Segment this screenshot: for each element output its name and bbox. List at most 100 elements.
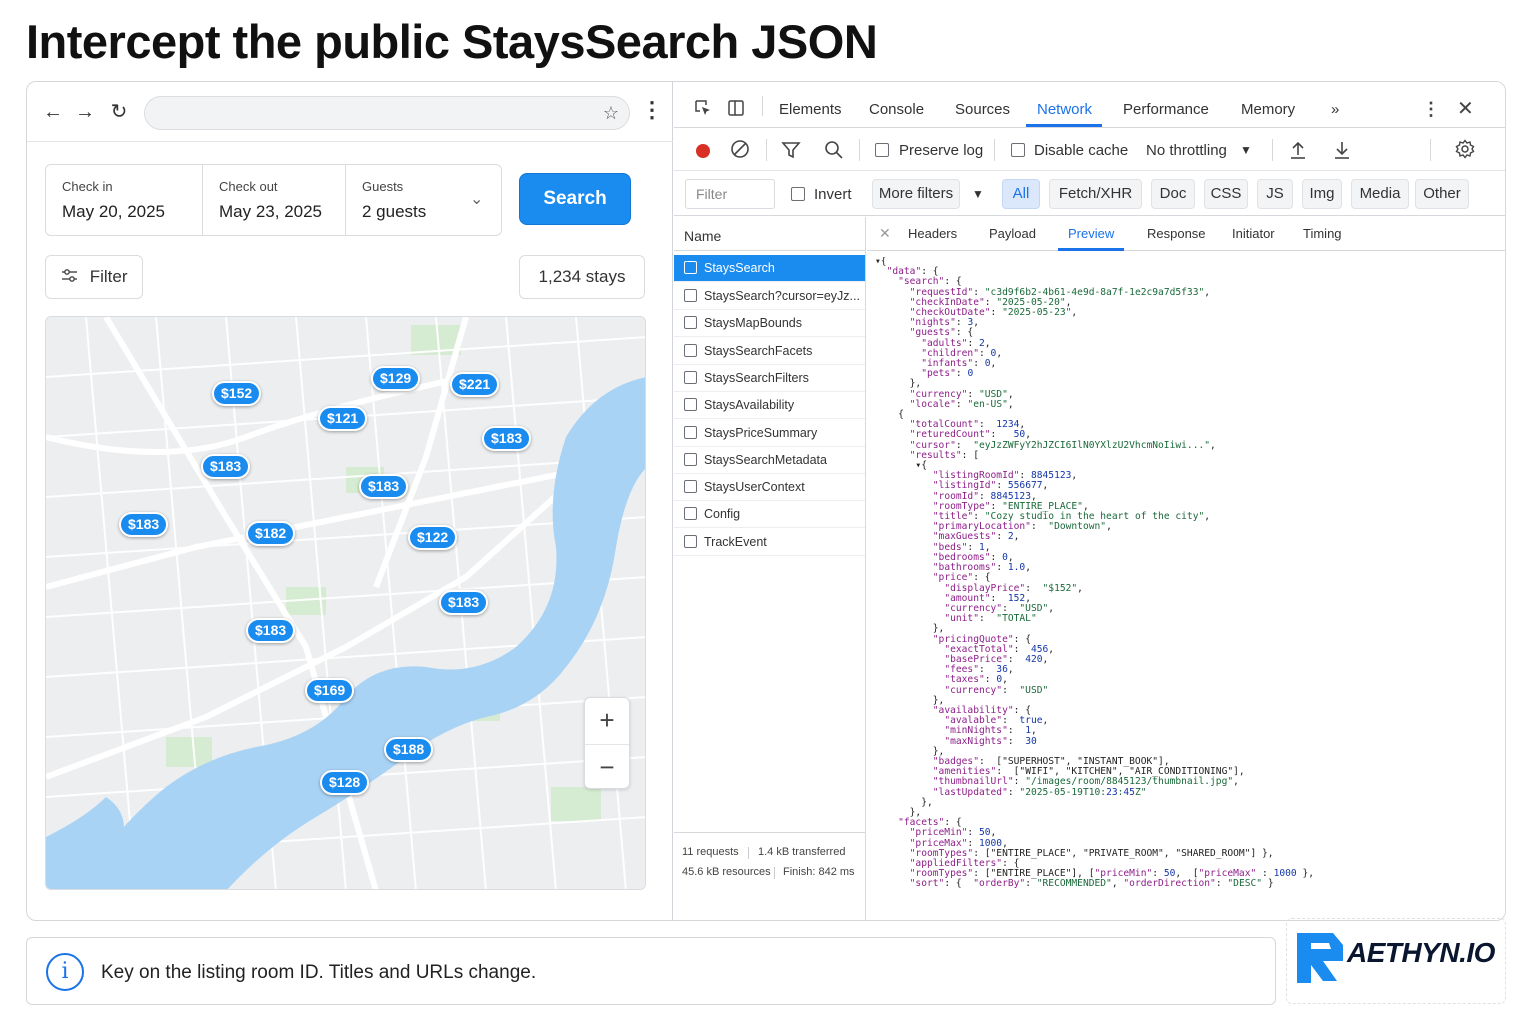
price-pin[interactable]: $122 [408,525,458,550]
request-checkbox[interactable] [684,316,697,329]
zoom-out-button[interactable]: − [585,745,629,791]
price-pin[interactable]: $152 [212,381,262,406]
request-row[interactable]: StaysSearchFacets [674,338,865,365]
filter-button[interactable]: Filter [45,255,143,299]
bookmark-star-icon[interactable]: ☆ [603,103,619,124]
price-pin[interactable]: $129 [371,366,421,391]
browser-menu-icon[interactable]: ⋮ [641,98,663,122]
json-preview[interactable]: ▾{ "data": { "search": { "requestId": "c… [875,257,1505,917]
type-filter-doc[interactable]: Doc [1151,179,1195,209]
clear-icon[interactable] [730,139,750,164]
type-filter-all[interactable]: All [1002,179,1040,209]
address-bar[interactable]: ☆ [144,96,630,130]
tab-memory[interactable]: Memory [1241,101,1295,118]
tab-elements[interactable]: Elements [779,101,842,118]
type-filter-other[interactable]: Other [1415,179,1469,209]
name-column-header[interactable]: Name [674,217,866,251]
price-pin[interactable]: $183 [482,426,532,451]
type-filter-fetch-xhr[interactable]: Fetch/XHR [1049,179,1142,209]
checkout-field[interactable]: Check out May 23, 2025 [203,165,345,235]
request-row-selected[interactable]: StaysSearch [674,255,865,282]
tab-response[interactable]: Response [1147,226,1206,241]
request-checkbox[interactable] [684,289,697,302]
price-pin[interactable]: $182 [246,521,296,546]
devtools-menu-icon[interactable]: ⋮ [1422,99,1440,120]
tab-sources[interactable]: Sources [955,101,1010,118]
forward-arrow-icon[interactable]: → [73,100,97,124]
request-row[interactable]: StaysSearchMetadata [674,447,865,474]
inspect-element-icon[interactable] [694,99,712,122]
close-icon[interactable]: ✕ [1457,96,1474,121]
request-row[interactable]: Config [674,501,865,528]
price-pin[interactable]: $169 [305,678,355,703]
tab-console[interactable]: Console [869,101,924,118]
zoom-in-button[interactable]: + [585,698,629,744]
request-checkbox[interactable] [684,261,697,274]
tab-timing[interactable]: Timing [1303,226,1342,241]
more-filters-button[interactable]: More filters [872,179,960,209]
request-checkbox[interactable] [684,398,697,411]
more-tabs-icon[interactable]: » [1331,101,1339,118]
caret-down-icon[interactable]: ▼ [972,187,984,201]
search-icon[interactable] [824,140,844,165]
checkout-value: May 23, 2025 [219,202,323,221]
price-pin[interactable]: $121 [318,406,368,431]
type-filter-media[interactable]: Media [1351,179,1409,209]
request-checkbox[interactable] [684,371,697,384]
request-checkbox[interactable] [684,480,697,493]
request-row[interactable]: StaysUserContext [674,474,865,501]
price-pin[interactable]: $183 [359,474,409,499]
price-pin[interactable]: $188 [384,737,434,762]
invert-label: Invert [814,186,852,203]
tab-performance[interactable]: Performance [1123,101,1209,118]
back-arrow-icon[interactable]: ← [41,100,65,124]
price-pin[interactable]: $183 [439,590,489,615]
network-toolbar: Preserve log Disable cache No throttling… [674,129,1505,171]
import-har-icon[interactable] [1289,140,1307,165]
device-toolbar-icon[interactable] [727,99,745,122]
tab-network[interactable]: Network [1037,101,1092,118]
map[interactable]: $152 $129 $221 $121 $183 $183 $183 $183 … [45,316,646,890]
tab-payload[interactable]: Payload [989,226,1036,241]
throttling-select[interactable]: No throttling [1146,142,1227,159]
invert-checkbox[interactable] [791,187,805,201]
type-filter-img[interactable]: Img [1302,179,1342,209]
request-row[interactable]: StaysMapBounds [674,310,865,337]
record-icon[interactable] [696,144,710,158]
tab-preview[interactable]: Preview [1068,226,1114,241]
preserve-log-checkbox[interactable] [875,143,889,157]
request-row[interactable]: StaysSearch?cursor=eyJz... [674,283,865,310]
request-name: TrackEvent [704,535,767,549]
request-checkbox[interactable] [684,535,697,548]
close-detail-icon[interactable]: ✕ [879,225,891,242]
checkin-field[interactable]: Check in May 20, 2025 [46,165,202,235]
caret-down-icon[interactable]: ▼ [1240,143,1252,157]
chevron-down-icon[interactable]: ⌄ [470,189,483,209]
tab-headers[interactable]: Headers [908,226,957,241]
price-pin[interactable]: $183 [119,512,169,537]
disable-cache-checkbox[interactable] [1011,143,1025,157]
request-checkbox[interactable] [684,453,697,466]
price-pin[interactable]: $128 [320,770,370,795]
request-row[interactable]: StaysPriceSummary [674,420,865,447]
price-pin[interactable]: $183 [246,618,296,643]
request-checkbox[interactable] [684,507,697,520]
type-filter-js[interactable]: JS [1257,179,1293,209]
request-checkbox[interactable] [684,344,697,357]
type-filter-css[interactable]: CSS [1204,179,1248,209]
export-har-icon[interactable] [1333,140,1351,165]
reload-icon[interactable]: ↻ [107,100,131,124]
detail-tabbar: ✕ Headers Payload Preview Response Initi… [867,217,1505,251]
request-row[interactable]: StaysSearchFilters [674,365,865,392]
request-row[interactable]: StaysAvailability [674,392,865,419]
filter-input[interactable]: Filter [685,179,775,209]
price-pin[interactable]: $221 [450,372,500,397]
price-pin[interactable]: $183 [201,454,251,479]
gear-icon[interactable] [1455,139,1475,164]
search-button[interactable]: Search [519,173,631,225]
request-row[interactable]: TrackEvent [674,529,865,556]
request-checkbox[interactable] [684,426,697,439]
tab-initiator[interactable]: Initiator [1232,226,1275,241]
filter-funnel-icon[interactable] [781,140,801,165]
json-line: "pets": 0 [921,368,974,380]
